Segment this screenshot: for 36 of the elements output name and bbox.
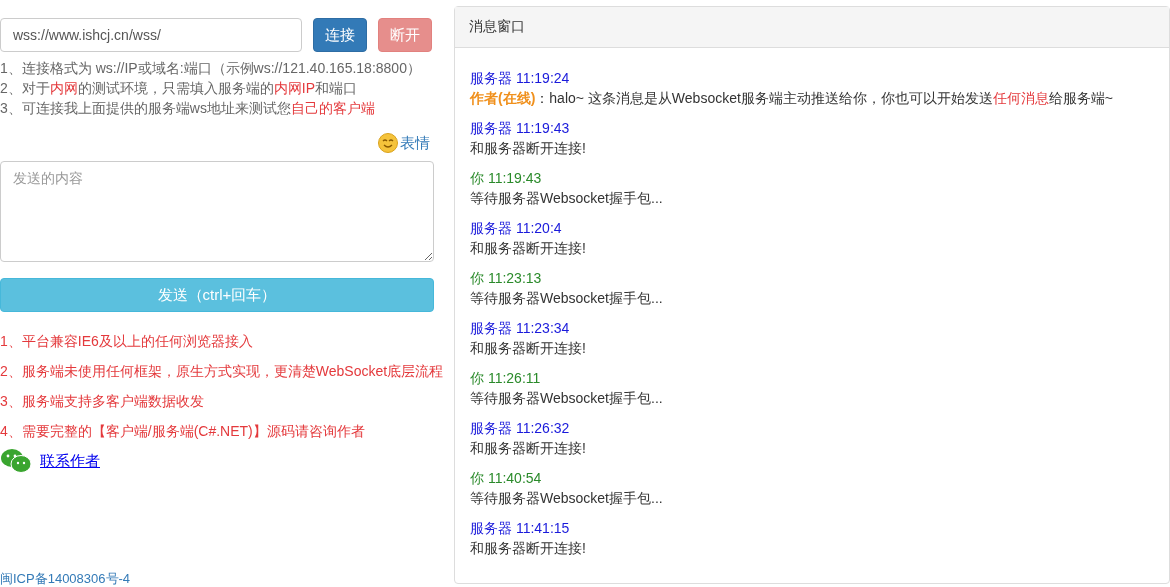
message-input[interactable]: 发送的内容 <box>0 161 434 262</box>
message-text: 和服务器断开连接! <box>470 539 587 558</box>
contact-author-link[interactable]: 联系作者 <box>40 451 100 471</box>
message-text: 和服务器断开连接! <box>470 239 587 258</box>
message-text: 等待服务器Websocket握手包... <box>470 489 664 508</box>
message-sender: 你 11:40:54 <box>470 469 543 488</box>
message-sender: 服务器 11:19:24 <box>470 69 571 88</box>
url-field[interactable]: wss://www.ishcj.cn/wss/ <box>0 18 302 52</box>
feature-text: 1、平台兼容IE6及以上的任何浏览器接入 <box>0 332 254 351</box>
message-sender: 服务器 11:41:15 <box>470 519 571 538</box>
message-sender: 服务器 11:26:32 <box>470 419 571 438</box>
message-sender: 你 11:19:43 <box>470 169 543 188</box>
message-text: 等待服务器Websocket握手包... <box>470 189 664 208</box>
hint-text: 2、对于内网的测试环境，只需填入服务端的内网IP和端口 <box>0 79 359 98</box>
panel-title: 消息窗口 <box>469 18 525 36</box>
chat-bubbles-icon <box>0 448 32 474</box>
message-text: 和服务器断开连接! <box>470 339 587 358</box>
feature-text: 3、服务端支持多客户端数据收发 <box>0 392 205 411</box>
connect-button[interactable]: 连接 <box>313 18 367 52</box>
message-sender: 服务器 11:19:43 <box>470 119 571 138</box>
feature-text: 2、服务端未使用任何框架，原生方式实现，更清楚WebSocket底层流程 <box>0 362 445 381</box>
message-sender: 你 11:26:11 <box>470 369 542 388</box>
hint-text: 1、连接格式为 ws://IP或域名:端口（示例ws://121.40.165.18:8800） <box>0 59 422 78</box>
feature-text: 4、需要完整的【客户端/服务端(C#.NET)】源码请咨询作者 <box>0 422 366 441</box>
message-sender: 你 11:23:13 <box>470 269 543 288</box>
smiley-icon <box>378 133 398 153</box>
message-sender: 服务器 11:23:34 <box>470 319 571 338</box>
emoji-button[interactable]: 表情 <box>378 133 430 153</box>
message-text: 和服务器断开连接! <box>470 439 587 458</box>
message-sender: 服务器 11:20:4 <box>470 219 563 238</box>
hint-text: 3、可连接我上面提供的服务端ws地址来测试您自己的客户端 <box>0 99 376 118</box>
icp-link[interactable]: 闽ICP备14008306号-4 <box>0 571 448 587</box>
message-text: 和服务器断开连接! <box>470 139 587 158</box>
message-text: 等待服务器Websocket握手包... <box>470 289 664 308</box>
message-text: 作者(在线)：halo~ 这条消息是从Websocket服务端主动推送给你，你也可以开始发送任何消息给服务端~ <box>470 89 1115 108</box>
message-text: 等待服务器Websocket握手包... <box>470 389 664 408</box>
